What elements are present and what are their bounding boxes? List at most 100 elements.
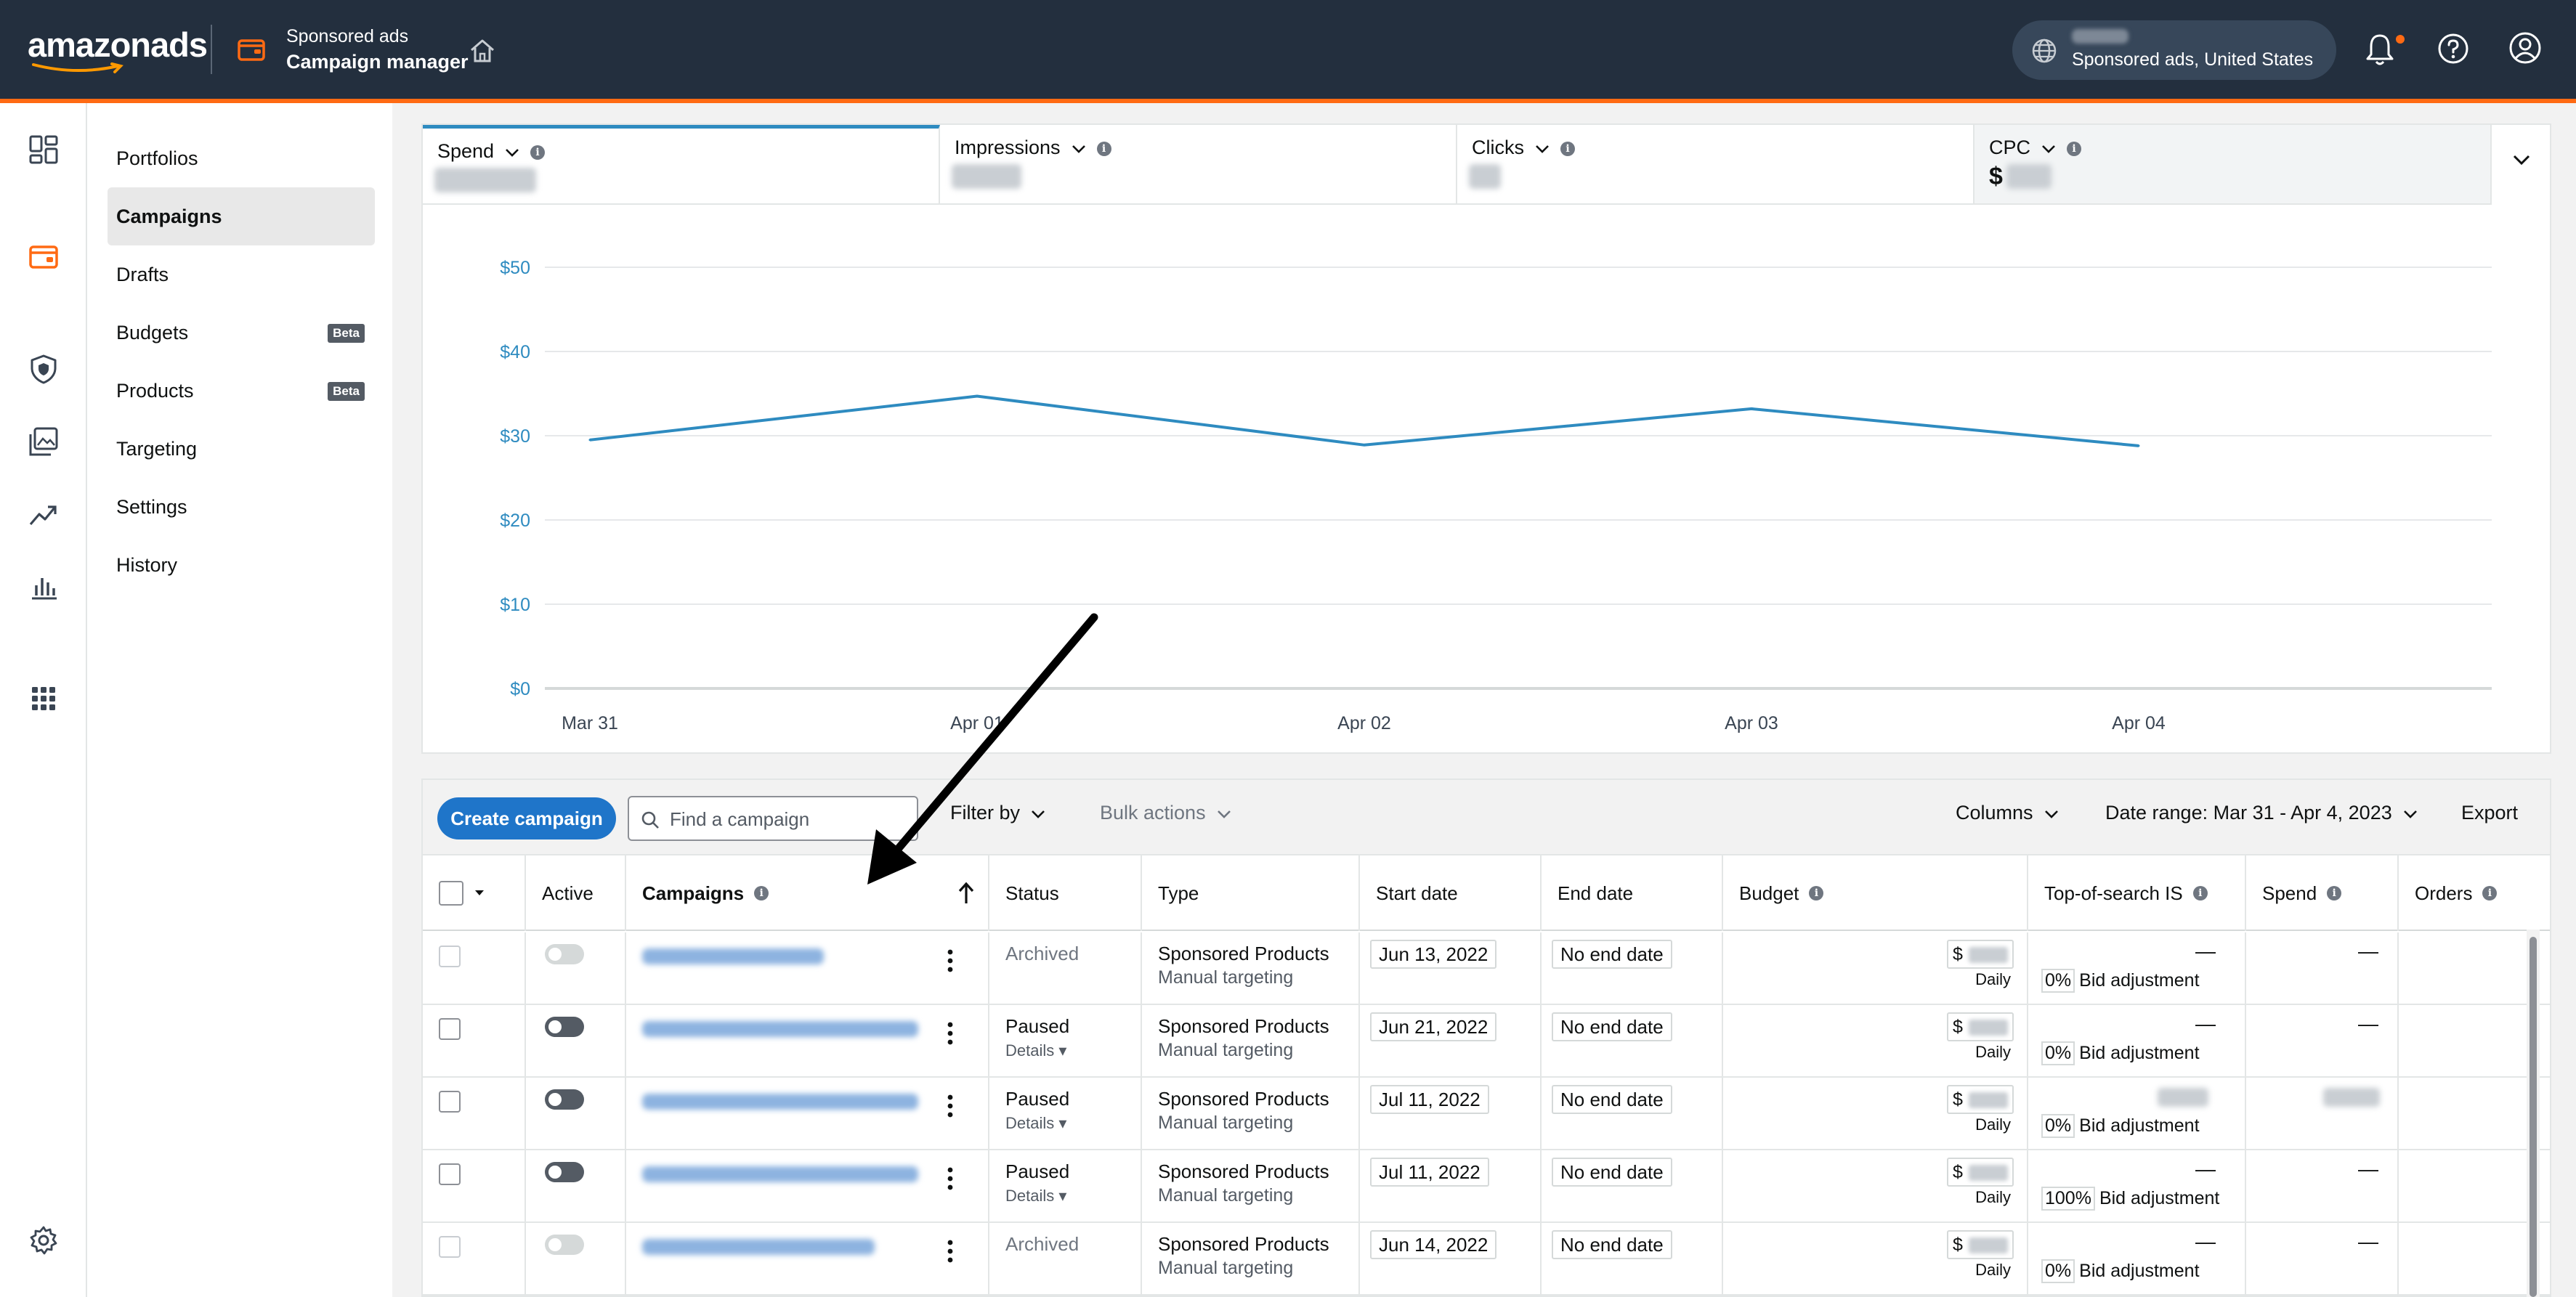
start-date-value[interactable]: Jun 13, 2022	[1370, 940, 1497, 969]
info-icon[interactable]: i	[1809, 886, 1824, 900]
campaign-name-link-redacted[interactable]	[642, 948, 824, 964]
amazon-ads-logo[interactable]: amazonads	[28, 26, 208, 73]
wallet-icon	[238, 39, 265, 61]
row-checkbox[interactable]	[439, 946, 461, 967]
status-details-toggle[interactable]: Details ▾	[1005, 1187, 1066, 1205]
bulk-actions-dropdown[interactable]: Bulk actions	[1100, 802, 1232, 824]
start-date-value[interactable]: Jul 11, 2022	[1370, 1085, 1489, 1114]
metric-tab-clicks[interactable]: Clicks i	[1457, 125, 1974, 205]
col-header-spend[interactable]: Spend i	[2246, 855, 2399, 931]
y-tick-label: $30	[500, 426, 530, 447]
dashboard-icon[interactable]	[28, 134, 60, 166]
user-account-icon[interactable]	[2508, 31, 2543, 65]
reports-bar-chart-icon[interactable]	[28, 571, 60, 603]
row-checkbox[interactable]	[439, 1091, 461, 1113]
home-icon[interactable]	[468, 36, 497, 65]
row-checkbox[interactable]	[439, 1163, 461, 1185]
bid-adjustment[interactable]: 0% Bid adjustment	[2041, 1041, 2200, 1065]
columns-dropdown[interactable]: Columns	[1956, 802, 2059, 824]
col-header-budget[interactable]: Budget i	[1723, 855, 2028, 931]
caret-down-icon[interactable]	[474, 889, 485, 898]
campaign-name-link-redacted[interactable]	[642, 1021, 918, 1037]
active-toggle[interactable]	[545, 1162, 584, 1182]
create-campaign-button[interactable]: Create campaign	[437, 797, 616, 839]
info-icon[interactable]: i	[754, 886, 769, 900]
more-options-kebab-icon[interactable]	[946, 1239, 955, 1264]
end-date-value[interactable]: No end date	[1552, 1158, 1672, 1187]
more-options-kebab-icon[interactable]	[946, 1166, 955, 1191]
budget-input[interactable]: $	[1947, 1230, 2014, 1259]
metric-tab-spend[interactable]: Spend i	[423, 125, 940, 205]
info-icon[interactable]: i	[2482, 886, 2498, 900]
budget-currency: $	[1953, 1235, 1963, 1255]
budget-input[interactable]: $	[1947, 940, 2014, 969]
start-date-value[interactable]: Jun 14, 2022	[1370, 1230, 1497, 1259]
table-scrollbar-thumb[interactable]	[2530, 937, 2537, 1297]
active-toggle[interactable]	[545, 944, 584, 964]
more-options-kebab-icon[interactable]	[946, 948, 955, 973]
select-all-checkbox[interactable]	[439, 881, 463, 906]
account-switcher[interactable]: Sponsored ads, United States	[2012, 20, 2336, 80]
start-date-value[interactable]: Jul 11, 2022	[1370, 1158, 1489, 1187]
bid-adjustment[interactable]: 0% Bid adjustment	[2041, 969, 2200, 993]
nav-item-budgets[interactable]: Budgets Beta	[108, 304, 375, 362]
metric-tab-impressions[interactable]: Impressions i	[940, 125, 1457, 205]
x-tick-label: Apr 03	[1725, 713, 1778, 733]
row-checkbox[interactable]	[439, 1018, 461, 1040]
creative-assets-icon[interactable]	[28, 426, 60, 458]
nav-item-settings[interactable]: Settings	[108, 478, 375, 536]
expand-metrics-chevron-icon[interactable]	[2511, 153, 2532, 167]
nav-item-products[interactable]: Products Beta	[108, 362, 375, 420]
notifications-bell-icon[interactable]	[2364, 32, 2396, 67]
end-date-value[interactable]: No end date	[1552, 1085, 1672, 1114]
campaign-name-link-redacted[interactable]	[642, 1094, 918, 1110]
active-toggle[interactable]	[545, 1089, 584, 1110]
export-button[interactable]: Export	[2461, 802, 2518, 824]
col-header-type[interactable]: Type	[1142, 855, 1360, 931]
campaign-name-link-redacted[interactable]	[642, 1166, 918, 1182]
col-header-top-of-search[interactable]: Top-of-search IS i	[2028, 855, 2246, 931]
nav-item-drafts[interactable]: Drafts	[108, 245, 375, 304]
col-header-orders[interactable]: Orders i	[2399, 855, 2550, 931]
trending-analytics-icon[interactable]	[28, 498, 60, 530]
brand-protection-shield-icon[interactable]	[28, 353, 60, 385]
status-details-toggle[interactable]: Details ▾	[1005, 1114, 1066, 1133]
nav-item-portfolios[interactable]: Portfolios	[108, 129, 375, 187]
beta-badge: Beta	[328, 382, 365, 401]
nav-item-history[interactable]: History	[108, 536, 375, 594]
info-icon[interactable]: i	[530, 145, 546, 160]
end-date-value[interactable]: No end date	[1552, 1012, 1672, 1041]
campaign-name-link-redacted[interactable]	[642, 1239, 875, 1255]
status-details-toggle[interactable]: Details ▾	[1005, 1041, 1066, 1060]
settings-gear-icon[interactable]	[28, 1224, 60, 1256]
col-header-end-date[interactable]: End date	[1542, 855, 1723, 931]
start-date-value[interactable]: Jun 21, 2022	[1370, 1012, 1497, 1041]
end-date-value[interactable]: No end date	[1552, 1230, 1672, 1259]
help-icon[interactable]	[2437, 32, 2470, 65]
end-date-value[interactable]: No end date	[1552, 940, 1672, 969]
row-checkbox[interactable]	[439, 1236, 461, 1258]
info-icon[interactable]: i	[1560, 141, 1575, 156]
info-icon[interactable]: i	[2192, 886, 2208, 900]
budget-input[interactable]: $	[1947, 1158, 2014, 1187]
bid-adjustment[interactable]: 0% Bid adjustment	[2041, 1259, 2200, 1283]
nav-item-campaigns[interactable]: Campaigns	[108, 187, 375, 245]
bid-adjustment[interactable]: 0% Bid adjustment	[2041, 1114, 2200, 1138]
info-icon[interactable]: i	[2067, 141, 2082, 156]
col-header-start-date[interactable]: Start date	[1360, 855, 1542, 931]
bid-adjustment[interactable]: 100% Bid adjustment	[2041, 1187, 2219, 1211]
metric-tab-cpc[interactable]: CPC i $	[1974, 125, 2492, 205]
date-range-dropdown[interactable]: Date range: Mar 31 - Apr 4, 2023	[2105, 802, 2418, 824]
campaign-manager-icon[interactable]	[28, 243, 60, 272]
more-options-kebab-icon[interactable]	[946, 1021, 955, 1046]
budget-input[interactable]: $	[1947, 1085, 2014, 1114]
nav-item-targeting[interactable]: Targeting	[108, 420, 375, 478]
more-options-kebab-icon[interactable]	[946, 1094, 955, 1118]
data-point	[588, 439, 591, 442]
apps-grid-icon[interactable]	[28, 683, 60, 715]
active-toggle[interactable]	[545, 1235, 584, 1255]
active-toggle[interactable]	[545, 1017, 584, 1037]
info-icon[interactable]: i	[2327, 886, 2342, 900]
budget-input[interactable]: $	[1947, 1012, 2014, 1041]
info-icon[interactable]: i	[1096, 141, 1111, 156]
